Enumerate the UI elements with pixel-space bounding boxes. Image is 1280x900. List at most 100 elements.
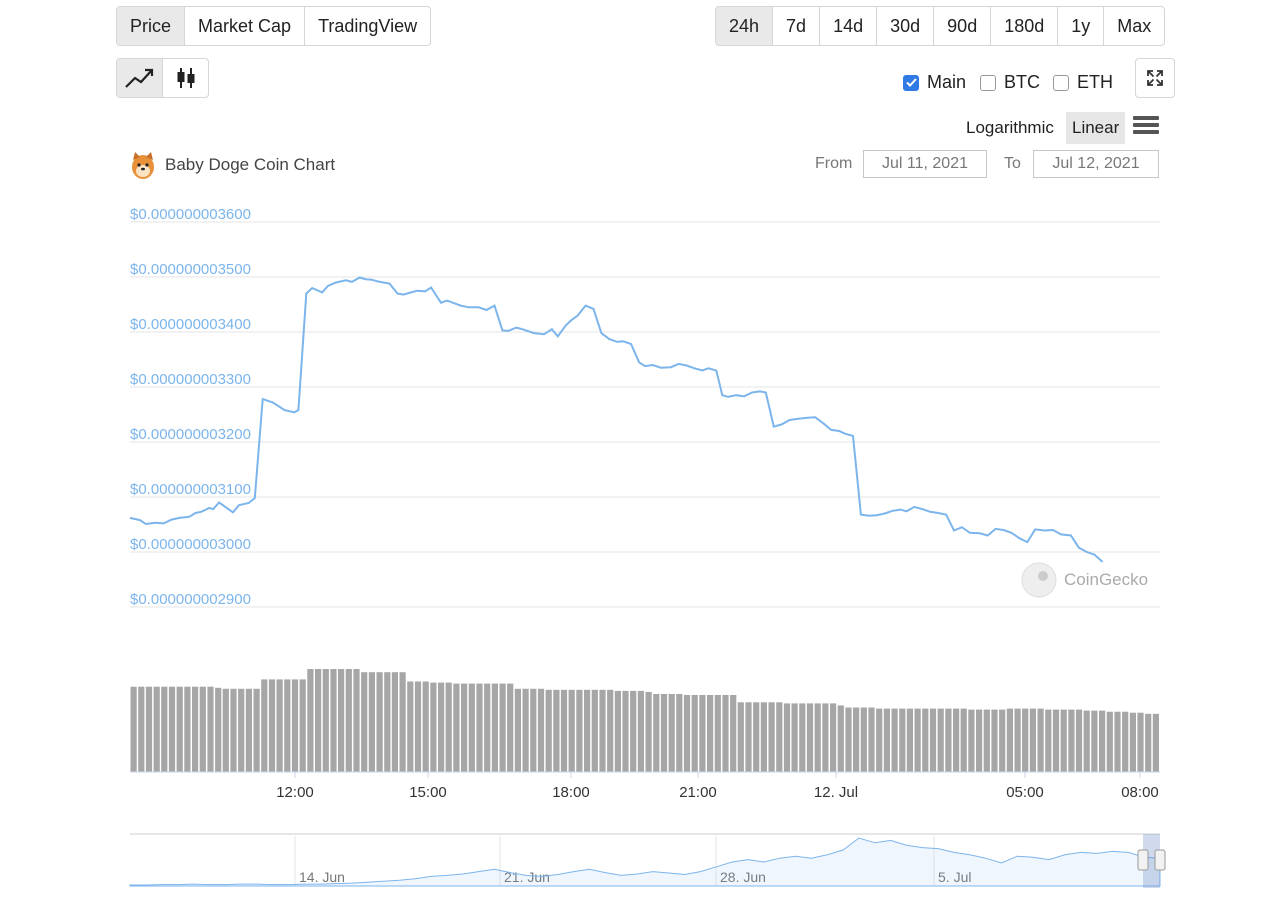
volume-bar[interactable]: [1075, 709, 1083, 772]
volume-bar[interactable]: [207, 686, 214, 772]
volume-bar[interactable]: [876, 708, 883, 772]
volume-bar[interactable]: [983, 709, 990, 772]
volume-bar[interactable]: [737, 702, 744, 772]
volume-bar[interactable]: [368, 672, 375, 772]
volume-bar[interactable]: [499, 683, 506, 772]
volume-bar[interactable]: [599, 689, 606, 772]
volume-bar[interactable]: [1137, 712, 1144, 772]
volume-bar[interactable]: [868, 707, 875, 773]
volume-bar[interactable]: [330, 669, 337, 772]
volume-bar[interactable]: [192, 686, 199, 772]
volume-bar[interactable]: [345, 669, 352, 772]
volume-bar[interactable]: [1106, 711, 1113, 772]
volume-bar[interactable]: [338, 669, 345, 772]
volume-bar[interactable]: [1022, 708, 1029, 772]
volume-bar[interactable]: [660, 694, 668, 772]
volume-bar[interactable]: [707, 695, 714, 772]
volume-bar[interactable]: [315, 669, 322, 772]
volume-bar[interactable]: [230, 688, 237, 772]
volume-bar[interactable]: [776, 702, 783, 772]
volume-bar[interactable]: [291, 679, 299, 772]
volume-bar[interactable]: [299, 679, 306, 772]
volume-bar[interactable]: [215, 687, 222, 772]
volume-bar[interactable]: [676, 694, 683, 772]
volume-bar[interactable]: [860, 707, 867, 773]
volume-bar[interactable]: [914, 708, 921, 772]
volume-bar[interactable]: [1045, 709, 1052, 772]
volume-bar[interactable]: [845, 707, 852, 773]
volume-bar[interactable]: [422, 681, 429, 773]
volume-bar[interactable]: [822, 703, 829, 772]
volume-bar[interactable]: [507, 683, 514, 772]
volume-bar[interactable]: [1091, 710, 1098, 772]
volume-bar[interactable]: [1122, 711, 1129, 772]
volume-bar[interactable]: [261, 679, 268, 772]
volume-bar[interactable]: [837, 705, 844, 772]
volume-bar[interactable]: [630, 690, 637, 772]
volume-bar[interactable]: [806, 703, 814, 772]
volume-bar[interactable]: [176, 686, 183, 772]
volume-bar[interactable]: [937, 708, 944, 772]
volume-bar[interactable]: [407, 681, 414, 773]
volume-bar[interactable]: [929, 708, 937, 772]
volume-bar[interactable]: [899, 708, 906, 772]
volume-bar[interactable]: [1060, 709, 1067, 772]
volume-bar[interactable]: [968, 709, 975, 772]
volume-bar[interactable]: [722, 695, 729, 772]
volume-bar[interactable]: [284, 679, 291, 772]
volume-bar[interactable]: [622, 690, 629, 772]
volume-bar[interactable]: [484, 683, 491, 772]
volume-bar[interactable]: [414, 681, 422, 773]
volume-bar[interactable]: [1099, 710, 1106, 772]
volume-bar[interactable]: [799, 703, 806, 772]
volume-bar[interactable]: [568, 689, 575, 772]
volume-bar[interactable]: [514, 688, 521, 772]
volume-bar[interactable]: [1006, 708, 1013, 772]
volume-bar[interactable]: [322, 669, 329, 772]
volume-bar[interactable]: [1114, 711, 1121, 772]
volume-bar[interactable]: [853, 707, 860, 773]
volume-bar[interactable]: [461, 683, 468, 772]
volume-bar[interactable]: [991, 709, 998, 772]
volume-bar[interactable]: [814, 703, 821, 772]
volume-bar[interactable]: [376, 672, 383, 772]
volume-bar[interactable]: [361, 672, 368, 772]
volume-bar[interactable]: [760, 702, 767, 772]
volume-bar[interactable]: [391, 672, 398, 772]
volume-bar[interactable]: [453, 683, 460, 772]
volume-bar[interactable]: [1152, 713, 1159, 772]
volume-bar[interactable]: [614, 690, 621, 772]
volume-bar[interactable]: [1052, 709, 1060, 772]
volume-bar[interactable]: [645, 691, 652, 772]
volume-bar[interactable]: [699, 695, 706, 772]
volume-bar[interactable]: [222, 688, 229, 772]
volume-bar[interactable]: [199, 686, 206, 772]
volume-bar[interactable]: [791, 703, 798, 772]
price-line[interactable]: [129, 276, 1104, 563]
volume-bar[interactable]: [476, 683, 483, 772]
volume-bar[interactable]: [560, 689, 568, 772]
volume-bar[interactable]: [584, 689, 591, 772]
volume-bar[interactable]: [1145, 713, 1152, 772]
volume-bar[interactable]: [891, 708, 898, 772]
volume-bar[interactable]: [168, 686, 176, 772]
volume-bar[interactable]: [691, 695, 698, 772]
volume-bar[interactable]: [576, 689, 583, 772]
volume-bar[interactable]: [653, 694, 660, 772]
volume-bar[interactable]: [922, 708, 929, 772]
volume-bar[interactable]: [522, 688, 529, 772]
volume-bar[interactable]: [883, 708, 890, 772]
volume-bar[interactable]: [637, 690, 644, 772]
volume-bar[interactable]: [753, 702, 760, 772]
volume-bar[interactable]: [953, 708, 960, 772]
volume-bar[interactable]: [960, 708, 967, 772]
volume-bar[interactable]: [999, 709, 1006, 772]
volume-bar[interactable]: [591, 689, 598, 772]
volume-bar[interactable]: [945, 708, 952, 772]
volume-bar[interactable]: [445, 682, 452, 772]
volume-bar[interactable]: [545, 689, 552, 772]
volume-bar[interactable]: [1068, 709, 1075, 772]
volume-bar[interactable]: [399, 672, 406, 772]
volume-bar[interactable]: [238, 688, 245, 772]
volume-bar[interactable]: [1037, 708, 1044, 772]
